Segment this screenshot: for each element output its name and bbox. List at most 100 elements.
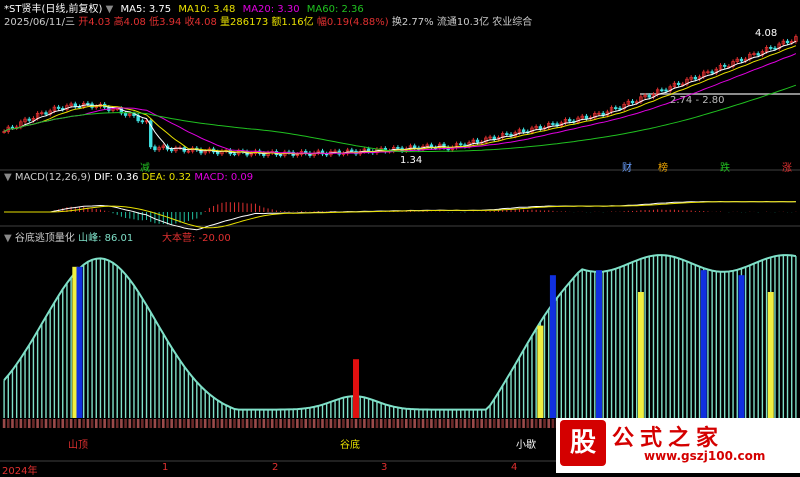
baseline-tick: [543, 419, 546, 428]
candle-body: [232, 153, 237, 156]
baseline-tick: [312, 419, 316, 428]
signal-bar: [637, 292, 644, 418]
candle-body: [739, 58, 744, 62]
baseline-tick: [208, 419, 211, 428]
baseline-tick: [308, 419, 312, 428]
baseline-tick: [82, 419, 85, 428]
candle-body: [27, 118, 31, 121]
baseline-tick: [254, 419, 257, 428]
baseline-tick: [371, 419, 375, 428]
baseline-tick: [296, 419, 299, 428]
baseline-tick: [103, 419, 106, 428]
candle-body: [551, 123, 555, 125]
baseline-tick: [61, 419, 65, 428]
toggle-icon[interactable]: ▼: [4, 172, 12, 183]
candle-body: [350, 149, 354, 152]
marker-die[interactable]: 跌: [720, 159, 730, 174]
signal-bar: [767, 292, 774, 418]
baseline-tick: [342, 419, 345, 428]
baseline-tick: [455, 419, 458, 428]
baseline-tick: [120, 419, 123, 428]
watermark-url: www.gszj100.com: [644, 449, 766, 463]
candle-body: [56, 106, 61, 109]
baseline-tick: [451, 419, 454, 428]
baseline-tick: [2, 419, 6, 428]
baseline-tick: [11, 419, 14, 428]
baseline-tick: [229, 419, 232, 428]
price-high-label: 4.08: [755, 28, 778, 39]
baseline-tick: [404, 419, 408, 428]
indicator-header: ▼ 谷底逃顶量化 山峰: 86.01: [4, 229, 133, 244]
macd-dea: DEA: 0.32: [141, 172, 192, 183]
xaxis-tick: 3: [381, 462, 388, 473]
candle-body: [693, 76, 698, 80]
marker-bang[interactable]: 榜: [658, 159, 668, 174]
xaxis-tick: 4: [511, 462, 518, 473]
baseline-tick: [484, 419, 488, 428]
baseline-tick: [224, 419, 228, 428]
baseline-tick: [379, 419, 383, 428]
baseline-tick: [157, 419, 161, 428]
baseline-tick: [115, 419, 119, 428]
candle-body: [505, 133, 509, 136]
baseline-tick: [23, 419, 27, 428]
baseline-tick: [233, 419, 236, 428]
baseline-tick: [86, 419, 90, 428]
candle-body: [584, 115, 589, 119]
candle-body: [756, 53, 760, 56]
baseline-tick: [199, 419, 203, 428]
xaxis-tick: 2: [272, 462, 279, 473]
baseline-tick: [212, 419, 215, 428]
marker-zhang[interactable]: 涨: [782, 159, 792, 174]
baseline-tick: [530, 419, 534, 428]
baseline-tick: [166, 419, 169, 428]
indicator-camp: 大本营: -20.00: [162, 233, 231, 244]
candle-body: [140, 120, 145, 123]
baseline-tick: [413, 419, 416, 428]
baseline-tick: [350, 419, 354, 428]
candle-body: [773, 47, 777, 50]
candle-body: [492, 136, 496, 140]
baseline-tick: [417, 419, 421, 428]
baseline-tick: [128, 419, 132, 428]
baseline-tick: [367, 419, 370, 428]
baseline-tick: [237, 419, 241, 428]
candle-body: [660, 89, 664, 92]
baseline-tick: [472, 419, 475, 428]
candle-body: [44, 112, 48, 115]
baseline-tick: [195, 419, 199, 428]
baseline-tick: [497, 419, 500, 428]
signal-bar: [537, 325, 544, 418]
baseline-tick: [161, 419, 165, 428]
baseline-tick: [32, 419, 35, 428]
indicator-line: [3, 254, 797, 411]
signal-bar: [353, 359, 360, 418]
candle-body: [722, 64, 727, 67]
baseline-tick: [191, 419, 194, 428]
candle-body: [412, 145, 417, 149]
macd-title[interactable]: MACD(12,26,9): [15, 172, 91, 183]
baseline-tick: [48, 419, 52, 428]
baseline-tick: [476, 419, 479, 428]
baseline-tick: [425, 419, 429, 428]
baseline-tick: [111, 419, 115, 428]
toggle-icon[interactable]: ▼: [4, 233, 12, 244]
baseline-tick: [241, 419, 245, 428]
baseline-tick: [270, 419, 274, 428]
baseline-tick: [325, 419, 328, 428]
baseline-tick: [94, 419, 98, 428]
candle-body: [710, 71, 714, 74]
baseline-tick: [107, 419, 111, 428]
baseline-tick: [304, 419, 308, 428]
baseline-tick: [283, 419, 287, 428]
baseline-tick: [409, 419, 412, 428]
baseline-tick: [266, 419, 270, 428]
baseline-tick: [329, 419, 333, 428]
indicator-title[interactable]: 谷底逃顶量化: [15, 233, 75, 244]
marker-cai[interactable]: 财: [622, 159, 632, 174]
baseline-tick: [44, 419, 48, 428]
indicator-pane[interactable]: [2, 254, 798, 428]
baseline-tick: [396, 419, 400, 428]
baseline-tick: [488, 419, 492, 428]
label-xiaoxie: 小歇: [516, 440, 536, 451]
